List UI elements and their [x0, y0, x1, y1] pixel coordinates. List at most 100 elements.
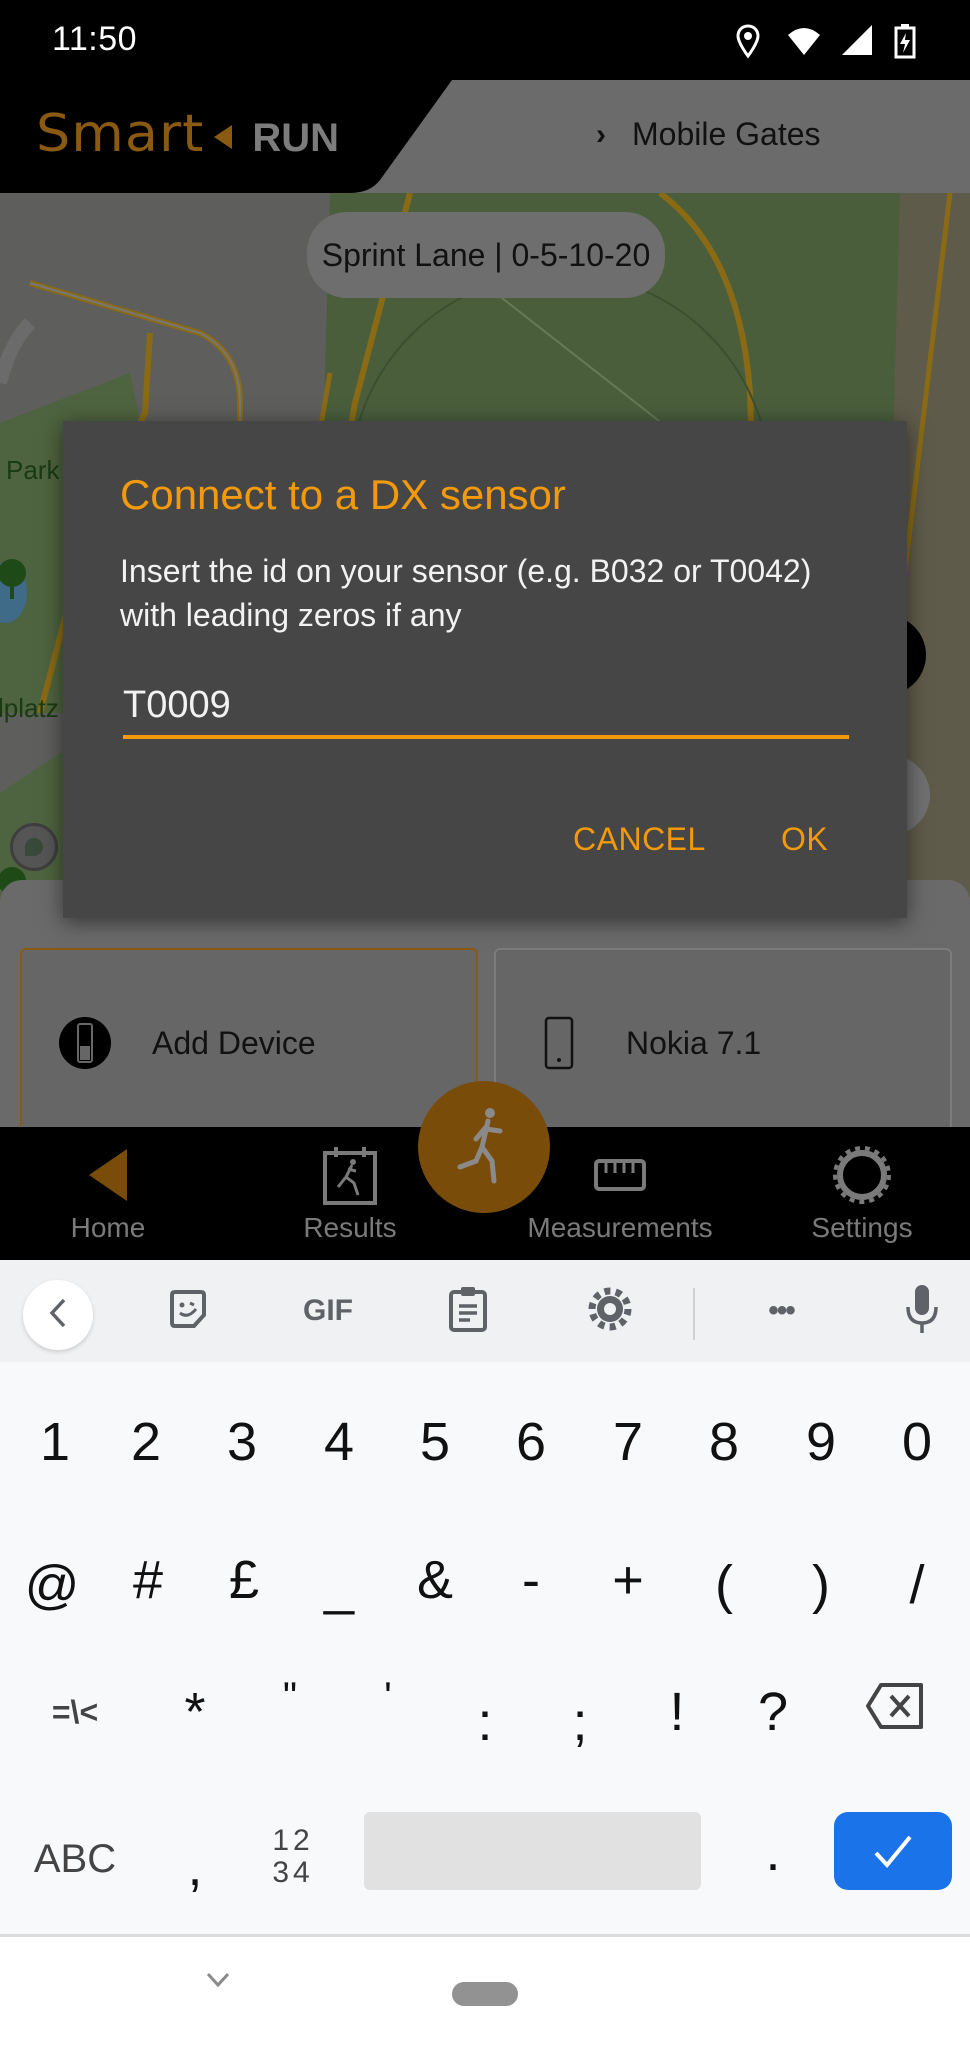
- map-place-label: Park: [6, 455, 60, 485]
- sticker-icon: [168, 1289, 208, 1334]
- location-icon: [732, 23, 764, 59]
- key[interactable]: 2: [101, 1392, 191, 1492]
- clipboard-button[interactable]: [440, 1260, 496, 1362]
- app-header: Smart RUN › Mobile Gates: [0, 80, 970, 193]
- gear-icon: [832, 1142, 892, 1208]
- route-label[interactable]: Sprint Lane | 0-5-10-20: [307, 212, 665, 298]
- key[interactable]: *: [150, 1662, 240, 1762]
- numpad-key[interactable]: 12 34: [248, 1802, 338, 1912]
- device-card-nokia[interactable]: Nokia 7.1: [494, 948, 952, 1138]
- nav-label: Results: [303, 1212, 397, 1243]
- nav-label: Settings: [811, 1212, 913, 1243]
- system-navigation-bar: [0, 1934, 970, 2048]
- mic-icon: [904, 1283, 940, 1340]
- abc-key[interactable]: ABC: [20, 1814, 130, 1904]
- symbol-keyboard: 1 2 3 4 5 6 7 8 9 0 @ # £ _ & - + ( ) / …: [0, 1362, 970, 1934]
- chevron-down-icon: [205, 1971, 231, 1994]
- key[interactable]: 1: [10, 1392, 100, 1492]
- status-bar: 11:50: [0, 0, 970, 80]
- toolbar-back-button[interactable]: [23, 1280, 93, 1350]
- wifi-icon: [786, 23, 820, 59]
- sensor-id-input[interactable]: [123, 681, 849, 739]
- more-button[interactable]: •••: [748, 1260, 814, 1362]
- chevron-right-icon: ›: [596, 117, 606, 151]
- key[interactable]: :: [440, 1672, 530, 1772]
- battery-charging-icon: [894, 23, 926, 59]
- dialog-message: Insert the id on your sensor (e.g. B032 …: [120, 553, 812, 633]
- enter-key[interactable]: [834, 1812, 952, 1890]
- nav-label: Home: [70, 1212, 146, 1243]
- sticker-button[interactable]: [160, 1260, 216, 1362]
- key[interactable]: 6: [486, 1392, 576, 1492]
- key[interactable]: -: [486, 1530, 576, 1630]
- numpad-top: 12: [272, 1824, 314, 1857]
- map-location-button[interactable]: [10, 823, 58, 871]
- dialog-title: Connect to a DX sensor: [120, 471, 566, 518]
- cancel-button[interactable]: CANCEL: [573, 821, 706, 858]
- backspace-key[interactable]: [850, 1662, 940, 1762]
- nav-settings[interactable]: Settings: [800, 1127, 924, 1260]
- keyboard-settings-button[interactable]: [582, 1260, 638, 1362]
- chevron-left-icon: [48, 1297, 68, 1334]
- key[interactable]: +: [583, 1530, 673, 1630]
- key[interactable]: 4: [294, 1392, 384, 1492]
- key[interactable]: (: [679, 1530, 769, 1640]
- device-card-add-device[interactable]: Add Device: [20, 948, 478, 1138]
- status-time: 11:50: [52, 20, 138, 58]
- key[interactable]: ): [776, 1530, 866, 1640]
- key[interactable]: 9: [776, 1392, 866, 1492]
- backspace-icon: [865, 1681, 925, 1743]
- key[interactable]: £: [199, 1530, 289, 1630]
- start-run-button[interactable]: [418, 1081, 550, 1213]
- home-arrow-icon: [87, 1142, 129, 1208]
- map-place-label: lplatz: [0, 693, 59, 723]
- sensor-icon: [58, 1016, 112, 1070]
- key[interactable]: 3: [197, 1392, 287, 1492]
- breadcrumb-label: Mobile Gates: [632, 116, 821, 152]
- key[interactable]: ': [343, 1652, 433, 1742]
- checkmark-icon: [872, 1820, 914, 1882]
- home-gesture-pill[interactable]: [452, 1982, 518, 2006]
- toolbar-divider: [693, 1288, 695, 1340]
- app-logo: Smart RUN: [36, 106, 339, 161]
- key[interactable]: _: [294, 1530, 384, 1642]
- device-label: Add Device: [152, 1024, 316, 1061]
- nav-home[interactable]: Home: [48, 1127, 168, 1260]
- ok-button[interactable]: OK: [781, 821, 828, 858]
- key[interactable]: 5: [390, 1392, 480, 1492]
- breadcrumb-mobile-gates[interactable]: › Mobile Gates: [596, 116, 821, 153]
- numpad-bottom: 34: [272, 1856, 314, 1889]
- nav-results[interactable]: Results: [290, 1127, 410, 1260]
- space-key[interactable]: [364, 1812, 701, 1890]
- logo-smart-text: Smart: [36, 103, 205, 163]
- ruler-icon: [593, 1142, 647, 1208]
- results-icon: [322, 1142, 378, 1208]
- gif-button[interactable]: GIF: [290, 1260, 366, 1362]
- cell-signal-icon: [840, 23, 872, 59]
- logo-run-text: RUN: [252, 116, 340, 160]
- key[interactable]: 0: [872, 1392, 962, 1492]
- logo-triangle-icon: [214, 124, 233, 149]
- key[interactable]: /: [872, 1530, 962, 1640]
- key[interactable]: #: [103, 1530, 193, 1630]
- keyboard-toolbar: GIF •••: [0, 1260, 970, 1362]
- key[interactable]: 7: [583, 1392, 673, 1492]
- phone-icon: [532, 1016, 586, 1070]
- more-symbols-key[interactable]: =\<: [20, 1662, 130, 1762]
- period-key[interactable]: .: [728, 1807, 818, 1897]
- clipboard-icon: [448, 1286, 488, 1337]
- key[interactable]: ?: [728, 1662, 818, 1762]
- key[interactable]: ": [245, 1652, 335, 1742]
- key[interactable]: &: [390, 1530, 480, 1630]
- key[interactable]: ;: [535, 1672, 625, 1772]
- settings-icon: [588, 1287, 632, 1336]
- device-label: Nokia 7.1: [626, 1024, 762, 1061]
- key[interactable]: !: [632, 1662, 722, 1762]
- hide-keyboard-button[interactable]: [203, 1967, 233, 1997]
- connect-sensor-dialog: Connect to a DX sensor Insert the id on …: [63, 421, 907, 918]
- key[interactable]: @: [7, 1530, 97, 1640]
- key[interactable]: 8: [679, 1392, 769, 1492]
- comma-key[interactable]: ,: [150, 1822, 240, 1912]
- runner-icon: [454, 1105, 514, 1190]
- voice-input-button[interactable]: [900, 1260, 944, 1362]
